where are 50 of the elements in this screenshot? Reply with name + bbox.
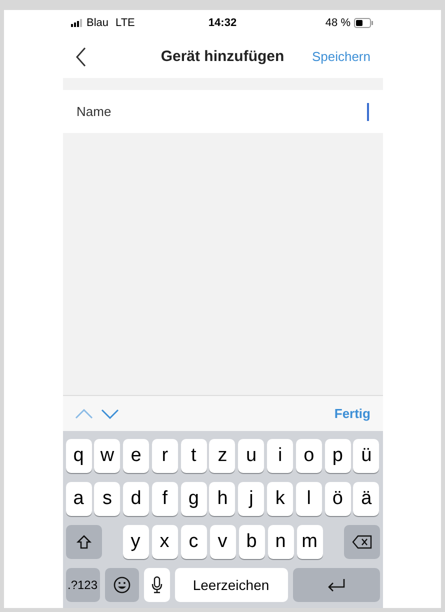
letter-key[interactable]: b: [238, 525, 264, 559]
return-arrow-icon: [326, 578, 346, 592]
numbers-key[interactable]: .?123: [66, 568, 100, 602]
letter-key[interactable]: z: [209, 439, 236, 473]
letter-key[interactable]: s: [94, 482, 120, 516]
letter-key[interactable]: y: [122, 525, 148, 559]
text-cursor: [366, 102, 368, 120]
letter-key[interactable]: c: [180, 525, 206, 559]
letter-key[interactable]: f: [152, 482, 178, 516]
letter-key[interactable]: l: [296, 482, 322, 516]
back-chevron-icon: [74, 47, 86, 67]
letter-key[interactable]: o: [296, 439, 322, 473]
chevron-down-icon[interactable]: [100, 408, 118, 418]
letter-key[interactable]: ä: [353, 482, 380, 516]
signal-icon: [70, 19, 82, 27]
letter-key[interactable]: j: [238, 482, 264, 516]
shift-key[interactable]: [66, 525, 102, 559]
smiley-icon: [112, 576, 130, 594]
letter-key[interactable]: p: [324, 439, 351, 473]
letter-key[interactable]: m: [296, 525, 322, 559]
battery-percent: 48 %: [325, 16, 350, 31]
battery-icon: [354, 18, 374, 28]
letter-key[interactable]: u: [238, 439, 264, 473]
clock-time: 14:32: [208, 16, 237, 31]
letter-key[interactable]: a: [66, 482, 92, 516]
delete-key[interactable]: [344, 525, 380, 559]
letter-key[interactable]: r: [152, 439, 178, 473]
letter-key[interactable]: k: [267, 482, 294, 516]
carrier-label: Blau: [86, 16, 109, 31]
letter-key[interactable]: ü: [353, 439, 380, 473]
letter-key[interactable]: i: [267, 439, 294, 473]
letter-key[interactable]: g: [180, 482, 207, 516]
letter-key[interactable]: x: [152, 525, 178, 559]
letter-key[interactable]: h: [209, 482, 236, 516]
shift-arrow-icon: [76, 534, 92, 550]
letter-key[interactable]: n: [268, 525, 294, 559]
microphone-icon: [150, 576, 162, 594]
emoji-key[interactable]: [104, 568, 138, 602]
letter-key[interactable]: q: [66, 439, 92, 473]
letter-key[interactable]: v: [210, 525, 236, 559]
microphone-key[interactable]: [144, 568, 170, 602]
letter-key[interactable]: ö: [324, 482, 351, 516]
letter-key[interactable]: e: [123, 439, 150, 473]
screen-title: Gerät hinzufügen: [160, 46, 286, 67]
letter-key[interactable]: d: [123, 482, 150, 516]
network-label: LTE: [116, 16, 135, 31]
space-key[interactable]: Leerzeichen: [174, 568, 288, 602]
letter-key[interactable]: w: [94, 439, 120, 473]
letter-key[interactable]: t: [180, 439, 207, 473]
backspace-icon: [352, 535, 372, 549]
